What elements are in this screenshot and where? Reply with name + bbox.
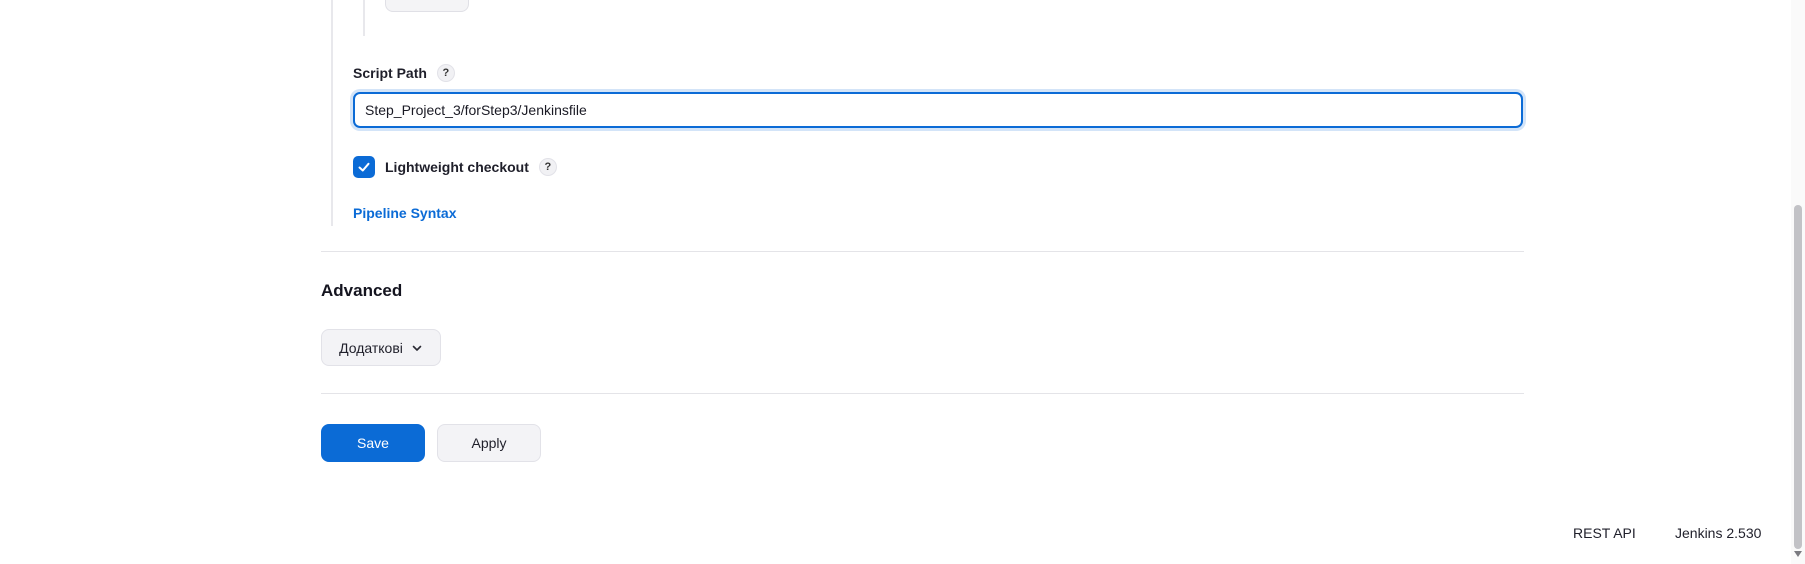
nested-section-border (331, 0, 333, 226)
scrollbar-thumb[interactable] (1794, 205, 1802, 549)
apply-button[interactable]: Apply (437, 424, 541, 462)
rest-api-link[interactable]: REST API (1573, 525, 1636, 541)
lightweight-checkout-checkbox[interactable] (353, 156, 375, 178)
scroll-down-arrow-icon[interactable] (1794, 551, 1802, 557)
advanced-dropdown-button[interactable]: Додаткові (321, 329, 441, 366)
actions-divider (321, 393, 1524, 394)
lightweight-checkout-row: Lightweight checkout ? (353, 156, 557, 178)
script-path-label: Script Path (353, 65, 427, 81)
previous-section-control[interactable] (385, 0, 469, 12)
checkmark-icon (358, 162, 370, 172)
script-path-input[interactable] (353, 92, 1523, 128)
lightweight-checkout-label: Lightweight checkout (385, 159, 529, 175)
script-path-label-row: Script Path ? (353, 64, 455, 82)
advanced-section-title: Advanced (321, 281, 403, 300)
script-path-help-icon[interactable]: ? (436, 64, 455, 82)
jenkins-config-page: Script Path ? Lightweight checkout ? Pip… (0, 0, 1805, 564)
section-divider (321, 251, 1524, 252)
lightweight-checkout-help-icon[interactable]: ? (538, 158, 557, 176)
jenkins-version-link[interactable]: Jenkins 2.530 (1675, 525, 1761, 541)
advanced-dropdown-label: Додаткові (339, 339, 403, 356)
pipeline-syntax-link[interactable]: Pipeline Syntax (353, 205, 456, 221)
save-button[interactable]: Save (321, 424, 425, 462)
inner-section-border (363, 0, 365, 36)
chevron-down-icon (412, 345, 422, 351)
